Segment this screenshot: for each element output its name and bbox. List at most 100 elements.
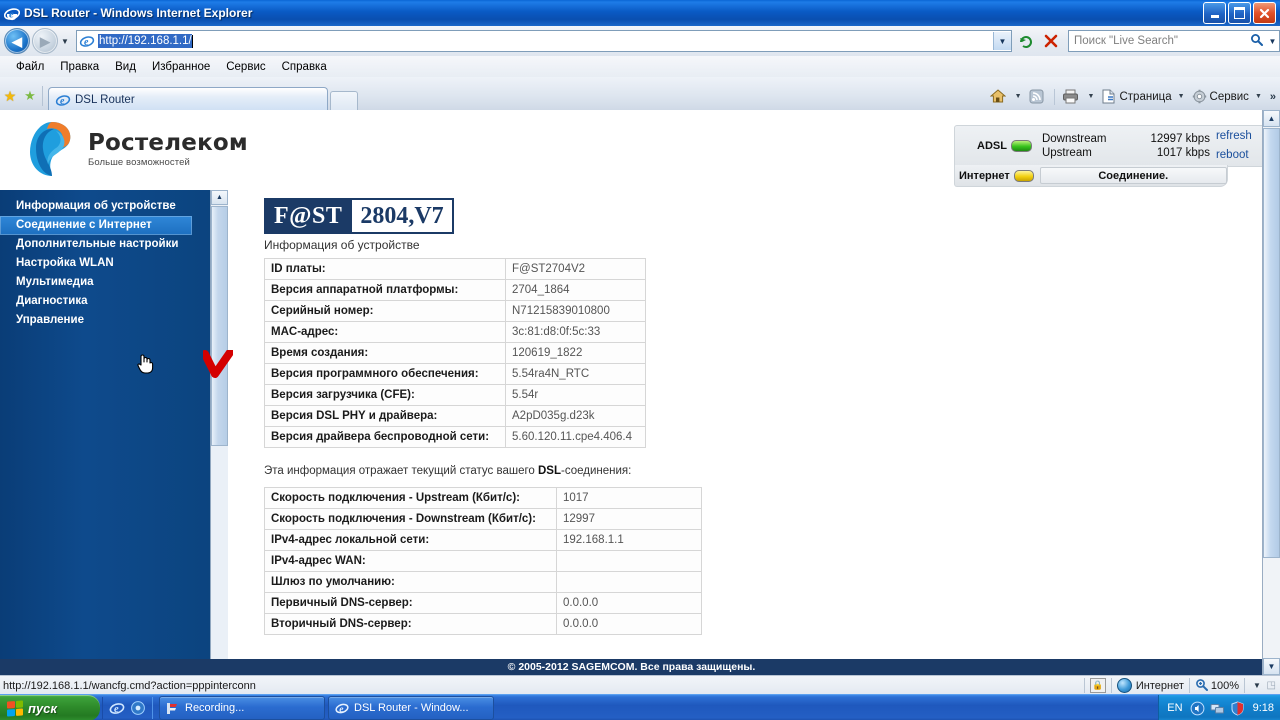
search-dropdown-button[interactable]: ▼ xyxy=(1266,37,1279,46)
window-controls xyxy=(1203,2,1280,24)
row-value: 192.168.1.1 xyxy=(556,529,702,551)
clock[interactable]: 9:18 xyxy=(1253,702,1274,714)
forward-arrow-icon: ▶ xyxy=(40,33,50,49)
router-sidebar: Информация об устройстве Соединение с Ин… xyxy=(0,190,210,675)
menu-item-tools[interactable]: Сервис xyxy=(218,59,273,75)
row-key: Версия аппаратной платформы: xyxy=(264,279,506,301)
reboot-link[interactable]: reboot xyxy=(1216,146,1252,165)
sidebar-item-wlan-setup[interactable]: Настройка WLAN xyxy=(0,254,210,273)
zoom-level-label[interactable]: 100% xyxy=(1211,680,1239,692)
sidebar-item-multimedia[interactable]: Мультимедиа xyxy=(0,273,210,292)
page-scroll-up-button[interactable]: ▲ xyxy=(1263,110,1280,127)
row-value: 5.54r xyxy=(505,384,646,406)
sidebar-item-management[interactable]: Управление xyxy=(0,311,210,330)
page-scroll-thumb[interactable] xyxy=(1263,128,1280,558)
home-dropdown-caret[interactable]: ▼ xyxy=(1015,93,1022,100)
refresh-link[interactable]: refresh xyxy=(1216,127,1252,146)
row-value: F@ST2704V2 xyxy=(505,258,646,280)
start-button[interactable]: пуск xyxy=(0,695,100,720)
history-dropdown-button[interactable]: ▼ xyxy=(58,37,72,46)
upstream-label: Upstream xyxy=(1041,147,1092,159)
address-dropdown-button[interactable]: ▼ xyxy=(993,32,1011,50)
tools-dropdown-caret[interactable]: ▼ xyxy=(1255,93,1262,100)
search-box[interactable]: Поиск "Live Search" ▼ xyxy=(1068,30,1280,52)
sidebar-scroll-up-button[interactable]: ▲ xyxy=(211,190,228,205)
menu-item-help[interactable]: Справка xyxy=(274,59,335,75)
status-link-url: http://192.168.1.1/wancfg.cmd?action=ppp… xyxy=(3,679,256,692)
router-footer: © 2005-2012 SAGEMCOM. Все права защищены… xyxy=(0,659,1263,675)
address-value: http://192.168.1.1/ xyxy=(98,34,192,48)
sidebar-item-internet-connection[interactable]: Соединение с Интернет xyxy=(0,216,192,235)
sidebar-nav-list: Информация об устройстве Соединение с Ин… xyxy=(0,190,210,330)
page-dropdown-caret[interactable]: ▼ xyxy=(1178,93,1185,100)
table-row: Версия драйвера беспроводной сети: 5.60.… xyxy=(264,426,646,448)
taskbar-button-dsl-router[interactable]: e DSL Router - Window... xyxy=(328,696,494,720)
row-key: Шлюз по умолчанию: xyxy=(264,571,557,593)
row-value: A2pD035g.d23k xyxy=(505,405,646,427)
volume-icon[interactable] xyxy=(1190,701,1205,716)
search-input[interactable]: Поиск "Live Search" xyxy=(1069,35,1246,47)
text-caret xyxy=(191,34,193,48)
status-bar-right: 🔒 Интернет 100% ▼ ◳ xyxy=(1079,678,1280,694)
address-bar[interactable]: e http://192.168.1.1/ ▼ xyxy=(76,30,1012,52)
rss-icon xyxy=(1029,89,1044,104)
overflow-chevron-icon[interactable]: » xyxy=(1270,91,1276,103)
back-button[interactable]: ◀ xyxy=(4,28,30,54)
page-favicon-icon: e xyxy=(79,33,95,49)
new-tab-button[interactable] xyxy=(330,91,358,111)
language-indicator[interactable]: EN xyxy=(1167,702,1182,714)
tab-dsl-router[interactable]: e DSL Router xyxy=(48,87,328,111)
forward-button[interactable]: ▶ xyxy=(32,28,58,54)
menu-item-file[interactable]: Файл xyxy=(8,59,52,75)
svg-text:e: e xyxy=(114,704,119,715)
refresh-button[interactable] xyxy=(1015,30,1037,52)
sidebar-scroll-track[interactable] xyxy=(211,446,228,675)
globe-icon xyxy=(1116,678,1132,693)
page-menu-button[interactable]: Страница xyxy=(1099,88,1173,105)
shield-icon[interactable] xyxy=(1230,700,1245,716)
zoom-dropdown-caret[interactable]: ▼ xyxy=(1250,681,1264,690)
page-scrollbar[interactable]: ▲ ▼ xyxy=(1262,110,1280,675)
security-zone[interactable]: Интернет xyxy=(1116,678,1184,693)
resize-grip-icon[interactable]: ◳ xyxy=(1264,680,1276,691)
menu-item-view[interactable]: Вид xyxy=(107,59,144,75)
row-key: IPv4-адрес локальной сети: xyxy=(264,529,557,551)
page-scroll-down-button[interactable]: ▼ xyxy=(1263,658,1280,675)
taskbar-buttons: Recording... e DSL Router - Window... xyxy=(159,696,494,720)
dsl-note-keyword: DSL xyxy=(538,465,561,477)
network-icon[interactable] xyxy=(1210,701,1225,716)
feeds-button[interactable] xyxy=(1027,88,1049,105)
adsl-label: ADSL xyxy=(977,140,1007,152)
sidebar-item-advanced-settings[interactable]: Дополнительные настройки xyxy=(0,235,210,254)
close-button[interactable] xyxy=(1253,2,1276,24)
desktop: e DSL Router - Windows Internet Explorer… xyxy=(0,0,1280,720)
menu-item-edit[interactable]: Правка xyxy=(52,59,107,75)
minimize-button[interactable] xyxy=(1203,2,1226,24)
fast-model-label: 2804,V7 xyxy=(350,200,452,232)
sidebar-frame-scrollbar[interactable]: ▲ xyxy=(210,190,228,675)
favorites-center-icon[interactable]: ★ xyxy=(0,85,20,107)
stop-button[interactable] xyxy=(1040,30,1062,52)
sidebar-scroll-thumb[interactable] xyxy=(211,206,228,446)
sidebar-item-device-info[interactable]: Информация об устройстве xyxy=(0,197,210,216)
menu-item-favorites[interactable]: Избранное xyxy=(144,59,218,75)
rate-readout: Downstream 12997 kbps Upstream 1017 kbps xyxy=(1042,132,1210,160)
tab-label: DSL Router xyxy=(75,93,135,106)
print-button[interactable] xyxy=(1060,88,1084,105)
row-value: 2704_1864 xyxy=(505,279,646,301)
dsl-note-suffix: -соединения: xyxy=(561,465,632,477)
taskbar-button-recording[interactable]: Recording... xyxy=(159,696,325,720)
print-dropdown-caret[interactable]: ▼ xyxy=(1088,93,1095,100)
table-row: Время создания: 120619_1822 xyxy=(264,342,646,364)
router-header: Ростелеком Больше возможностей ADSL Down… xyxy=(0,110,1280,190)
restore-button[interactable] xyxy=(1228,2,1251,24)
add-to-favorites-icon[interactable]: ★ xyxy=(20,85,40,107)
search-icon[interactable] xyxy=(1246,33,1266,49)
home-button[interactable] xyxy=(988,88,1011,105)
sidebar-item-diagnostics[interactable]: Диагностика xyxy=(0,292,210,311)
tools-menu-button[interactable]: Сервис xyxy=(1190,88,1251,105)
quick-launch-ie-icon[interactable]: e xyxy=(109,700,125,716)
quick-launch-media-icon[interactable] xyxy=(130,700,146,716)
browser-status-bar: http://192.168.1.1/wancfg.cmd?action=ppp… xyxy=(0,675,1280,695)
page-menu-label: Страница xyxy=(1119,90,1172,103)
